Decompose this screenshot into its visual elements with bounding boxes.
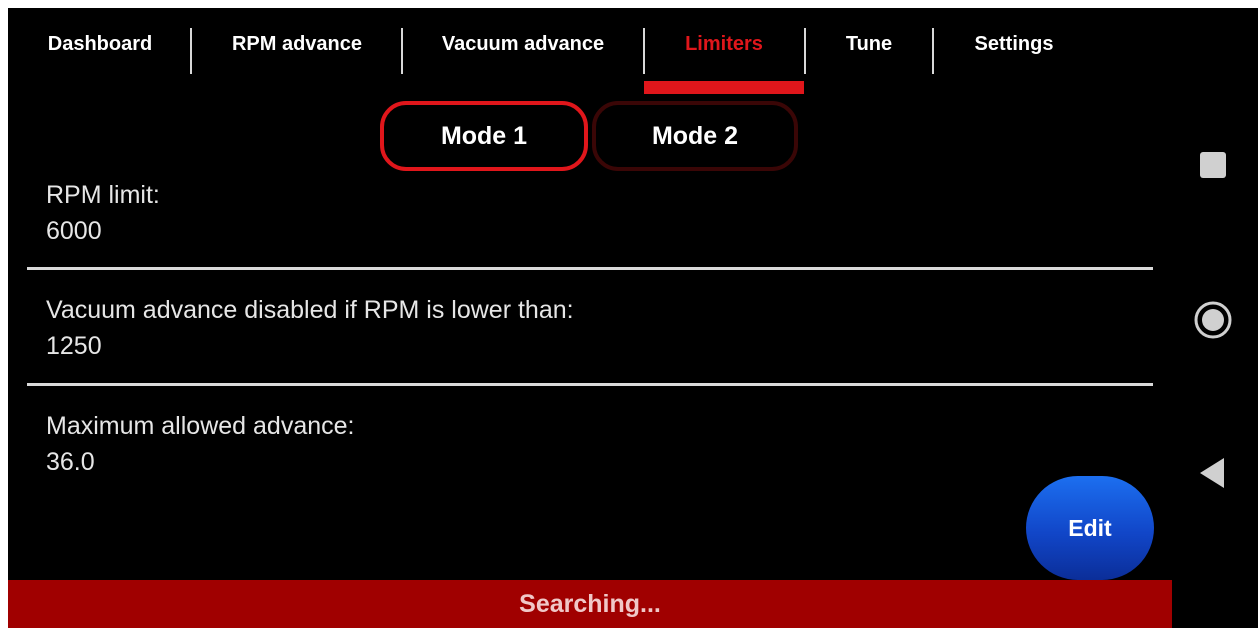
tab-rpm-advance[interactable]: RPM advance <box>192 8 402 96</box>
tab-bar: Dashboard RPM advance Vacuum advance Lim… <box>8 8 1172 96</box>
tab-vacuum-advance[interactable]: Vacuum advance <box>403 8 643 96</box>
edit-button[interactable]: Edit <box>1026 476 1154 580</box>
setting-label: Vacuum advance disabled if RPM is lower … <box>46 296 574 324</box>
setting-value: 1250 <box>46 332 102 360</box>
list-divider <box>27 267 1153 270</box>
tab-limiters-label: Limiters <box>685 32 763 55</box>
app-screen: Dashboard RPM advance Vacuum advance Lim… <box>8 8 1258 628</box>
setting-value: 36.0 <box>46 448 95 476</box>
mode-2-button[interactable]: Mode 2 <box>592 101 798 171</box>
tab-tune[interactable]: Tune <box>806 8 932 96</box>
tab-rpm-advance-label: RPM advance <box>231 32 363 55</box>
home-circle-icon[interactable] <box>1194 301 1232 339</box>
list-divider <box>27 383 1153 386</box>
tab-tune-label: Tune <box>845 32 893 55</box>
setting-value: 6000 <box>46 217 102 245</box>
setting-max-allowed-advance[interactable]: Maximum allowed advance: 36.0 <box>46 409 354 479</box>
status-text: Searching... <box>519 589 661 618</box>
setting-label: Maximum allowed advance: <box>46 412 355 440</box>
recents-square-icon[interactable] <box>1200 152 1226 178</box>
mode-1-button[interactable]: Mode 1 <box>380 101 588 171</box>
tab-dashboard[interactable]: Dashboard <box>8 8 192 96</box>
edit-button-label: Edit <box>1068 514 1112 541</box>
setting-vacuum-advance-min-rpm[interactable]: Vacuum advance disabled if RPM is lower … <box>46 293 574 363</box>
active-tab-indicator <box>644 81 804 94</box>
status-bar: Searching... <box>8 580 1172 628</box>
setting-rpm-limit[interactable]: RPM limit: 6000 <box>46 178 160 248</box>
tab-dashboard-label: Dashboard <box>47 32 153 55</box>
mode-1-label: Mode 1 <box>440 121 528 150</box>
tab-settings-label: Settings <box>974 32 1054 55</box>
tab-settings[interactable]: Settings <box>934 8 1094 96</box>
tab-vacuum-advance-label: Vacuum advance <box>441 32 605 55</box>
back-triangle-icon[interactable] <box>1200 458 1226 488</box>
mode-2-label: Mode 2 <box>651 121 739 150</box>
setting-label: RPM limit: <box>46 181 160 209</box>
